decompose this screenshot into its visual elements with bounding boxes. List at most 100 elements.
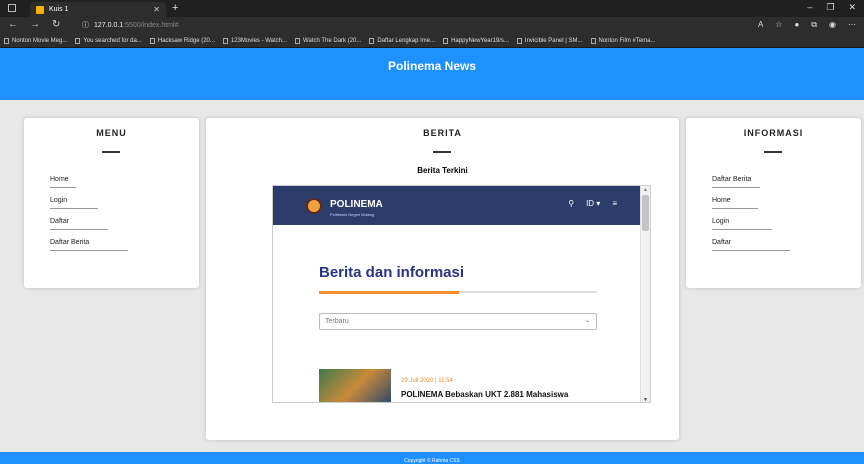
toolbar-icons: A ☆ ● ⧉ ◉ ⋯ bbox=[758, 20, 856, 30]
search-icon[interactable]: ⚲ bbox=[568, 199, 574, 208]
bookmark-page-icon bbox=[4, 38, 9, 44]
informasi-card: INFORMASI Daftar Berita Home Login Daftar bbox=[686, 118, 861, 288]
window-titlebar: Kuis 1 ✕ + – ❐ ✕ bbox=[0, 0, 864, 17]
more-icon[interactable]: ⋯ bbox=[848, 20, 856, 30]
menu-link-daftar[interactable]: Daftar bbox=[50, 218, 108, 230]
back-icon[interactable]: ← bbox=[8, 19, 18, 30]
bookmark-item[interactable]: 123Movies - Watch... bbox=[222, 38, 288, 44]
language-selector[interactable]: ID ▾ bbox=[586, 199, 600, 208]
tab-close-icon[interactable]: ✕ bbox=[153, 5, 160, 14]
read-aloud-icon[interactable]: A bbox=[758, 20, 763, 30]
extension-icon[interactable]: ● bbox=[794, 20, 799, 30]
berita-subtitle: Berita Terkini bbox=[417, 166, 468, 175]
berita-title: BERITA bbox=[423, 128, 462, 138]
informasi-link-login[interactable]: Login bbox=[712, 218, 772, 230]
bookmark-page-icon bbox=[590, 38, 596, 44]
bookmark-label: You searched for da... bbox=[83, 38, 142, 44]
window-controls: – ❐ ✕ bbox=[807, 2, 856, 13]
bookmark-page-icon bbox=[75, 38, 81, 44]
bookmark-item[interactable]: Watch The Dark (20... bbox=[295, 38, 361, 44]
bookmark-page-icon bbox=[443, 38, 449, 44]
frame-scrollbar[interactable]: ▲ ▼ bbox=[640, 186, 650, 402]
informasi-title: INFORMASI bbox=[743, 128, 804, 138]
forward-icon[interactable]: → bbox=[30, 19, 40, 30]
bookmark-label: Watch The Dark (20... bbox=[303, 38, 362, 44]
bookmark-item[interactable]: HappyNewYear19/s... bbox=[443, 38, 509, 44]
address-bar[interactable]: ⓘ 127.0.0.1:5500/index.html# bbox=[82, 20, 178, 30]
site-header: Polinema News bbox=[0, 48, 864, 100]
news-heading: Berita dan informasi bbox=[319, 264, 465, 281]
polinema-navbar: POLINEMA Politeknik Negeri Malang ⚲ ID ▾… bbox=[273, 186, 641, 225]
site-title: Polinema News bbox=[387, 59, 477, 73]
tab-title: Kuis 1 bbox=[49, 6, 69, 13]
informasi-divider bbox=[764, 151, 782, 153]
navbar-actions: ⚲ ID ▾ ≡ bbox=[568, 199, 617, 208]
brand-subtext: Politeknik Negeri Malang bbox=[330, 212, 375, 217]
menu-link-daftar-berita[interactable]: Daftar Berita bbox=[50, 239, 128, 251]
menu-links: Home Login Daftar Daftar Berita bbox=[50, 176, 128, 260]
polinema-brand[interactable]: POLINEMA Politeknik Negeri Malang bbox=[330, 194, 383, 218]
url-host: 127.0.0.1 bbox=[94, 21, 124, 29]
maximize-icon[interactable]: ❐ bbox=[826, 2, 834, 13]
bookmark-page-icon bbox=[516, 38, 522, 44]
bookmark-page-icon bbox=[222, 38, 228, 44]
new-tab-icon[interactable]: + bbox=[172, 2, 178, 14]
informasi-links: Daftar Berita Home Login Daftar bbox=[712, 176, 790, 260]
menu-title: MENU bbox=[96, 128, 127, 138]
polinema-logo-icon[interactable] bbox=[306, 197, 322, 214]
bookmark-page-icon bbox=[369, 38, 375, 44]
bookmark-item[interactable]: Nonton Film #Tema... bbox=[590, 38, 656, 44]
news-title[interactable]: POLINEMA Bebaskan UKT 2.881 Mahasiswa bbox=[401, 390, 568, 399]
bookmark-item[interactable]: Hacksaw Ridge (20... bbox=[149, 38, 215, 44]
bookmark-page-icon bbox=[149, 38, 155, 44]
url-path: :5500/index.html# bbox=[123, 21, 179, 29]
bookmarks-bar: Nonton Movie Meg... You searched for da..… bbox=[0, 35, 864, 48]
menu-link-home[interactable]: Home bbox=[50, 176, 76, 188]
language-label: ID bbox=[586, 199, 595, 208]
browser-toolbar: ← → ↻ ⓘ 127.0.0.1:5500/index.html# A ☆ ●… bbox=[0, 17, 864, 35]
sort-select-value: Terbaru bbox=[325, 318, 349, 325]
informasi-link-daftar[interactable]: Daftar bbox=[712, 239, 790, 251]
informasi-link-daftar-berita[interactable]: Daftar Berita bbox=[712, 176, 760, 188]
brand-text: POLINEMA bbox=[330, 199, 383, 210]
favorite-icon[interactable]: ☆ bbox=[775, 20, 782, 30]
bookmark-label: Invicible Panel | SM... bbox=[524, 38, 583, 44]
bookmark-item[interactable]: Nonton Movie Meg... bbox=[4, 38, 67, 44]
bookmark-page-icon bbox=[295, 38, 301, 44]
bookmark-label: HappyNewYear19/s... bbox=[451, 38, 509, 44]
chevron-down-icon: ⌄ bbox=[584, 318, 590, 324]
scroll-up-icon[interactable]: ▲ bbox=[643, 187, 648, 193]
heading-underline bbox=[319, 291, 597, 294]
menu-divider bbox=[102, 151, 120, 153]
reload-icon[interactable]: ↻ bbox=[52, 19, 60, 30]
scrollbar-thumb[interactable] bbox=[642, 195, 649, 231]
bookmark-label: Hacksaw Ridge (20... bbox=[157, 38, 215, 44]
minimize-icon[interactable]: – bbox=[807, 2, 812, 13]
scroll-down-icon[interactable]: ▼ bbox=[643, 397, 648, 402]
news-date: 29 Juli 2020 | 11:54 bbox=[401, 378, 453, 384]
menu-card: MENU Home Login Daftar Daftar Berita bbox=[24, 118, 199, 288]
hamburger-menu-icon[interactable]: ≡ bbox=[612, 199, 617, 208]
bookmark-item[interactable]: Invicible Panel | SM... bbox=[516, 38, 583, 44]
browser-tab[interactable]: Kuis 1 ✕ bbox=[30, 2, 166, 17]
bookmark-item[interactable]: You searched for da... bbox=[75, 38, 142, 44]
news-thumbnail[interactable] bbox=[319, 369, 391, 402]
sort-select[interactable]: Terbaru ⌄ bbox=[319, 313, 597, 330]
window-menu-icon[interactable] bbox=[8, 4, 16, 12]
bookmark-label: 123Movies - Watch... bbox=[230, 38, 288, 44]
bookmark-label: Nonton Film #Tema... bbox=[598, 38, 656, 44]
berita-divider bbox=[433, 151, 451, 153]
site-footer: Copyright © Rahma CSS bbox=[0, 452, 864, 464]
informasi-link-home[interactable]: Home bbox=[712, 197, 758, 209]
menu-link-login[interactable]: Login bbox=[50, 197, 98, 209]
close-window-icon[interactable]: ✕ bbox=[848, 2, 856, 13]
collections-icon[interactable]: ⧉ bbox=[811, 20, 817, 30]
profile-icon[interactable]: ◉ bbox=[829, 20, 836, 30]
tab-favicon-icon bbox=[36, 5, 44, 14]
footer-text: Copyright © Rahma CSS bbox=[404, 458, 460, 464]
bookmark-item[interactable]: Daftar Lengkap Ime... bbox=[369, 38, 435, 44]
bookmark-label: Daftar Lengkap Ime... bbox=[377, 38, 436, 44]
embedded-news-frame[interactable]: POLINEMA Politeknik Negeri Malang ⚲ ID ▾… bbox=[272, 185, 651, 403]
bookmark-label: Nonton Movie Meg... bbox=[12, 38, 68, 44]
info-icon[interactable]: ⓘ bbox=[82, 20, 89, 30]
